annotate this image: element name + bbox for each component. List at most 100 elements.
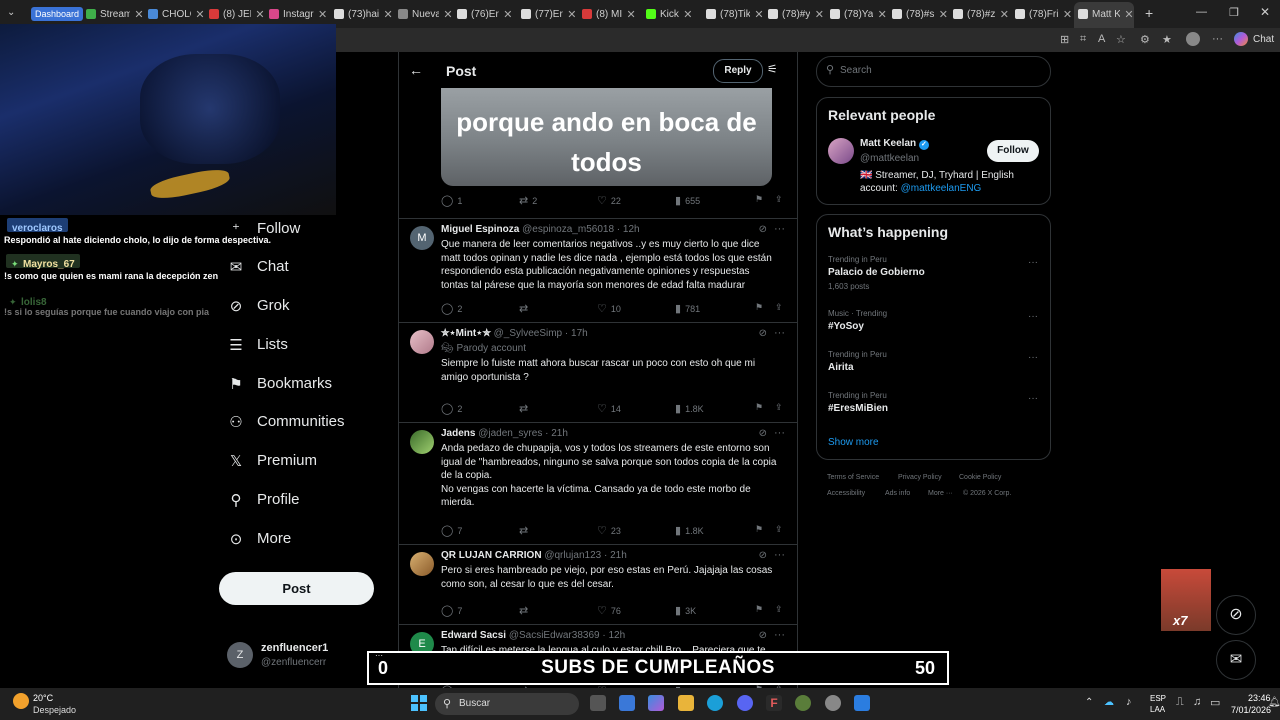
copilot-app-icon[interactable] [648,695,664,711]
grok-icon[interactable]: ⊘ [759,224,767,235]
grok-icon[interactable]: ⊘ [759,328,767,339]
reply-button[interactable]: Reply [713,59,763,83]
trend-item[interactable]: Trending in Peru Palacio de Gobierno 1,603… [817,255,1050,295]
bookmark-icon[interactable]: ⚑ [755,402,763,413]
bookmark-icon[interactable]: ⚑ [755,302,763,313]
views-action[interactable]: ▮ 1.8K [675,524,704,537]
weather-icon[interactable] [13,693,29,709]
browser-tab[interactable]: (77)Er ✕ [521,4,578,24]
grok-icon[interactable]: ⊘ [759,550,767,561]
follow-button[interactable]: Follow [987,140,1039,162]
bookmark-icon[interactable]: ⚑ [755,604,763,615]
repost-action[interactable]: ⇄ [519,302,532,315]
footer-link[interactable]: Privacy Policy [898,474,942,481]
browser-tab[interactable]: (78)#y ✕ [768,4,826,24]
footer-link[interactable]: Accessibility [827,490,865,497]
like-action[interactable]: ♡ 76 [597,604,621,617]
share-icon[interactable]: ⇪ [775,402,783,413]
trend-item[interactable]: Music · Trending #YoSoy ··· [817,309,1050,349]
store-icon[interactable] [619,695,635,711]
post-media-image[interactable]: porque ando en boca de todos [441,88,772,186]
browser-tab[interactable]: Nueva ✕ [398,4,453,24]
nav-item-grok[interactable]: ⊘ Grok [228,290,290,320]
browser-tab[interactable]: (78)Fri ✕ [1015,4,1074,24]
views-action[interactable]: ▮ 781 [675,302,700,315]
like-action[interactable]: ♡ 14 [597,402,621,415]
read-aloud-icon[interactable]: ⌗ [1080,33,1086,46]
more-options-icon[interactable]: ··· [1028,352,1038,363]
author-name[interactable]: QR LUJAN CARRION [441,550,542,561]
new-tab-button[interactable]: + [1145,5,1153,21]
back-arrow-icon[interactable]: ← [409,62,423,78]
tab-close-icon[interactable]: ✕ [1124,8,1134,21]
views-action[interactable]: ▮ 1.8K [675,402,704,415]
account-avatar[interactable]: Z [227,642,253,668]
copilot-icon[interactable] [1234,32,1248,46]
views-action[interactable]: ▮ 655 [675,194,700,207]
person-name[interactable]: Matt Keelan ✓ [860,138,929,150]
footer-link[interactable]: Terms of Service [827,474,879,481]
share-icon[interactable]: ⇪ [775,604,783,615]
tweet-author[interactable]: Miguel Espinoza @espinoza_m56018 · 12h [441,224,640,235]
more-options-icon[interactable]: ··· [774,427,785,439]
author-name[interactable]: ✮⋆Mint⋆✮ [441,328,491,339]
reply-action[interactable]: ◯ 7 [441,604,462,617]
battery-icon[interactable]: ▭ [1210,696,1220,709]
more-options-icon[interactable]: ··· [774,223,785,235]
bookmark-icon[interactable]: ⚑ [755,194,763,205]
tweet-author[interactable]: ✮⋆Mint⋆✮ @_SylveeSimp · 17h [441,328,588,339]
footer-link[interactable]: More ··· [928,490,953,497]
minimize-icon[interactable]: — [1196,6,1207,18]
browser-tab[interactable]: (78)Ya ✕ [830,4,888,24]
nav-item-communities[interactable]: ⚇ Communities [228,406,344,436]
browser-tab[interactable]: CHOLO ✕ [148,4,205,24]
browser-tab[interactable]: (76)Er ✕ [457,4,517,24]
browser-tab[interactable]: Kick ✕ [646,4,702,24]
more-menu-icon[interactable]: ··· [1212,33,1223,45]
network-icon[interactable]: ⎍ [1176,696,1184,709]
tab-close-icon[interactable]: ✕ [938,8,948,21]
favorites-icon[interactable]: ★ [1162,33,1172,46]
notification-bell-icon[interactable]: 🔔︎ [1268,697,1280,708]
browser-tab[interactable]: (78)Tik ✕ [706,4,764,24]
like-action[interactable]: ♡ 23 [597,524,621,537]
windows-start-icon[interactable] [411,695,427,711]
share-icon[interactable]: ⇪ [775,302,783,313]
file-explorer-icon[interactable] [678,695,694,711]
tab-list-icon[interactable]: ⌄ [7,7,15,18]
volume-icon[interactable]: ♫ [1193,696,1201,708]
grok-icon[interactable]: ⊘ [759,428,767,439]
more-options-icon[interactable]: ··· [774,549,785,561]
more-options-icon[interactable]: ··· [1028,393,1038,404]
xbox-icon[interactable] [795,695,811,711]
bookmark-icon[interactable]: ⚑ [755,524,763,535]
like-action[interactable]: ♡ 22 [597,194,621,207]
search-input[interactable]: Search [840,65,872,76]
tweet-reply[interactable]: QR LUJAN CARRION @qrlujan123 · 21h ⊘ ··· Pe… [399,544,797,625]
tab-dashboard[interactable]: Dashboard [31,7,84,21]
tab-close-icon[interactable]: ✕ [443,8,453,21]
browser-tab[interactable]: Stream ✕ [86,4,144,24]
repost-action[interactable]: ⇄ [519,604,532,617]
text-size-icon[interactable]: A [1098,33,1105,45]
tab-close-icon[interactable]: ✕ [195,8,205,21]
discord-icon[interactable] [737,695,753,711]
reply-action[interactable]: ◯ 7 [441,524,462,537]
repost-action[interactable]: ⇄ [519,524,532,537]
app-icon[interactable] [854,695,870,711]
tab-close-icon[interactable]: ✕ [814,8,824,21]
more-options-icon[interactable]: ··· [774,629,785,641]
tab-close-icon[interactable]: ✕ [503,8,513,21]
messages-float-button[interactable]: ✉ [1216,640,1256,680]
more-options-icon[interactable]: ··· [1028,257,1038,268]
tab-close-icon[interactable]: ✕ [1062,8,1072,21]
grok-float-button[interactable]: ⊘ [1216,595,1256,635]
browser-tab[interactable]: (8) MI ✕ [582,4,642,24]
browser-tab[interactable]: (78)#z ✕ [953,4,1011,24]
author-name[interactable]: Edward Sacsi [441,630,506,641]
grok-icon[interactable]: ⊘ [759,630,767,641]
tweet-reply[interactable]: Jadens @jaden_syres · 21h ⊘ ··· Anda pedazo… [399,422,797,545]
repost-action[interactable]: ⇄ [519,402,532,415]
tab-close-icon[interactable]: ✕ [134,8,144,21]
avatar[interactable]: M [410,226,434,250]
